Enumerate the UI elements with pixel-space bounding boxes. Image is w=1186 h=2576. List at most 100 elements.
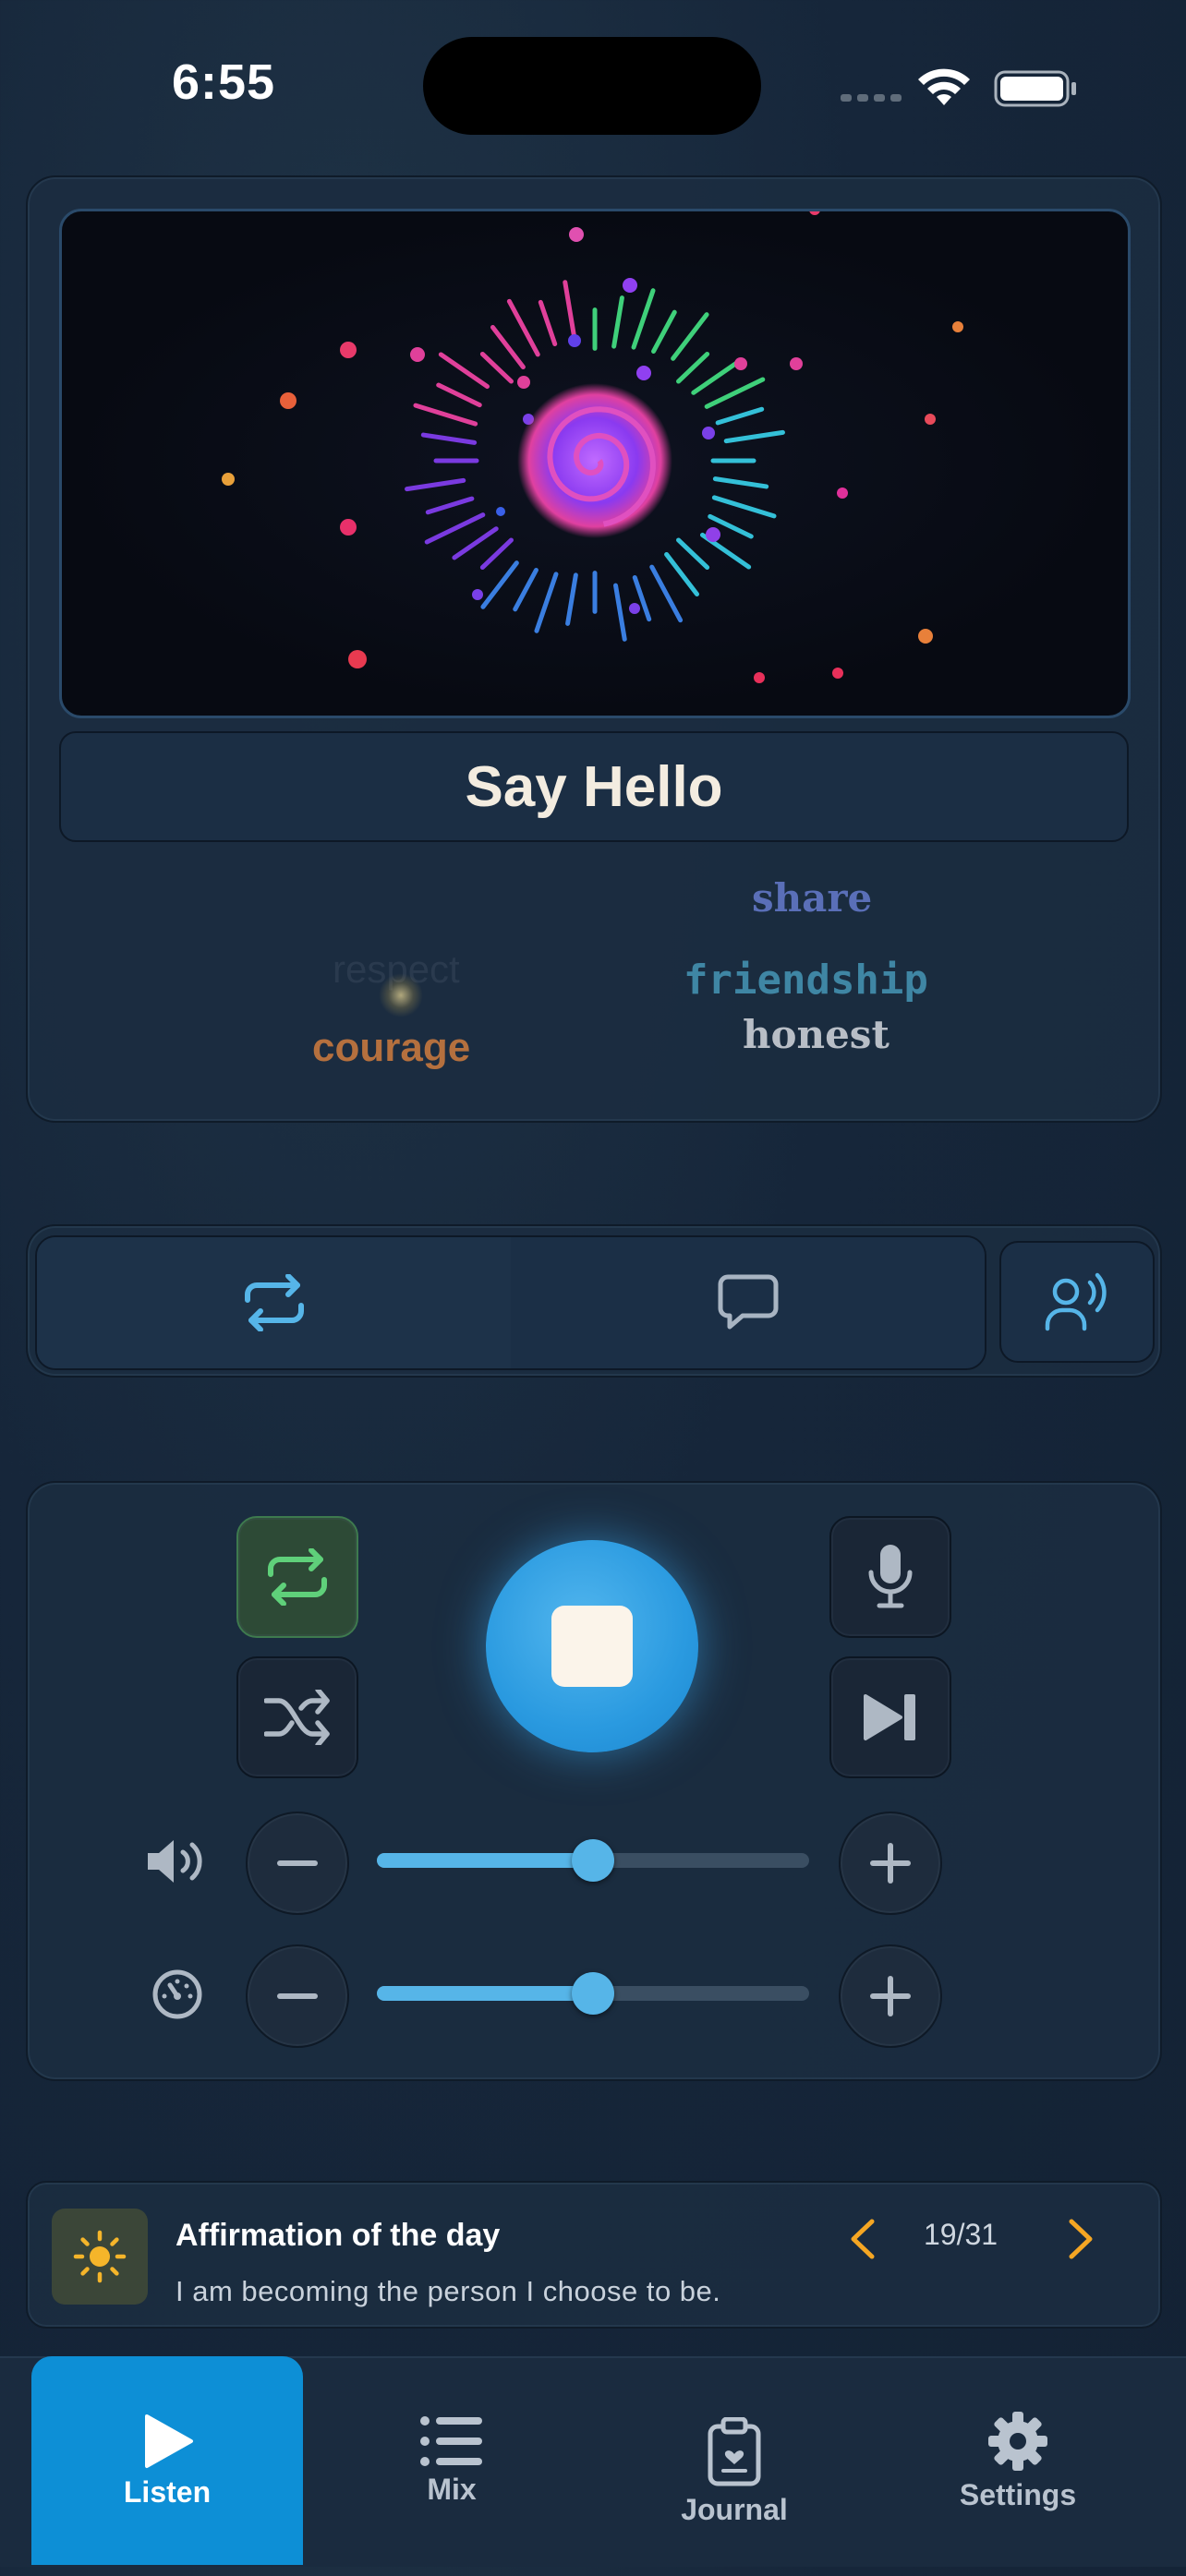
speed-decrease-button[interactable] [246,1944,349,2048]
visualizer-bar [691,361,738,395]
visualizer-bar [506,298,540,357]
visualizer-dot [517,376,530,389]
visualizer-dot [280,392,296,409]
visualizer-bar [413,403,478,427]
visualizer-bar [479,537,514,571]
sparkle-icon [379,973,423,1017]
visualizer-bar [563,280,576,339]
tab-chat-mode[interactable] [511,1237,985,1368]
tab-settings[interactable]: Settings [924,2356,1112,2565]
visualizer-bar [651,309,677,354]
shuffle-icon [264,1690,330,1745]
visualizer-bar [671,312,709,361]
stop-button[interactable] [486,1540,698,1752]
volume-slider-fill [377,1853,593,1868]
visualizer-bar [436,382,482,408]
speed-slider[interactable] [377,1972,809,2015]
visualizer-dot [569,227,584,242]
tab-label: Journal [681,2492,788,2526]
tab-label: Mix [427,2472,477,2506]
visualizer-dot [925,414,936,425]
speed-slider-fill [377,1986,593,2001]
visualizer-bar [424,512,486,545]
visualizer-dot [754,672,765,683]
speedometer-icon [151,1968,203,2025]
visualizer-dot [623,278,637,293]
visualizer-dot [952,321,963,332]
visualizer-dot [837,488,848,499]
gear-icon [988,2411,1047,2471]
mode-segmented-control [35,1235,986,1370]
visualizer-bar [649,564,684,623]
word-honest: honest [743,1012,890,1057]
dynamic-island [423,37,761,135]
visualizer-bar [676,351,710,384]
visualizer-bar [513,568,539,612]
status-time: 6:55 [172,54,276,110]
visualizer-dot [348,650,367,668]
visualizer-bar [405,477,466,492]
tab-mix[interactable]: Mix [351,2356,552,2565]
repeat-icon [244,1274,304,1331]
minus-icon [277,1860,318,1866]
next-affirmation-button[interactable] [1062,2218,1099,2265]
voice-mode-button[interactable] [999,1241,1155,1363]
visualizer-dot [410,347,425,362]
visualizer-bar [534,572,559,633]
visualizer-dot [809,211,820,215]
visualizer-bar [452,526,499,560]
skip-next-button[interactable] [829,1656,951,1778]
track-title: Say Hello [59,731,1129,842]
repeat-toggle-button[interactable] [236,1516,358,1638]
visualizer-bar [664,551,700,596]
tab-label: Listen [123,2474,212,2509]
plus-icon [870,1843,911,1884]
tab-journal[interactable]: Journal [637,2356,831,2576]
clipboard-heart-icon [708,2416,761,2486]
chevron-right-icon [1069,2219,1093,2259]
shuffle-button[interactable] [236,1656,358,1778]
tab-label: Settings [959,2477,1077,2511]
audio-visualizer [59,209,1131,718]
sun-icon [52,2209,148,2305]
volume-icon [146,1837,207,1890]
volume-decrease-button[interactable] [246,1812,349,1915]
volume-increase-button[interactable] [839,1812,942,1915]
wifi-icon [918,68,970,105]
speed-slider-thumb[interactable] [572,1972,614,2015]
speaking-person-icon [1045,1272,1107,1331]
visualizer-core [517,383,672,538]
stop-icon [551,1606,633,1687]
visualizer-dot [472,589,483,600]
minus-icon [277,1993,318,1999]
visualizer-dot [222,473,235,486]
visualizer-bar [676,537,710,571]
repeat-icon [268,1548,327,1606]
visualizer-bar [611,295,624,349]
visualizer-bar [425,496,475,515]
word-friendship: friendship [684,957,928,1004]
visualizer-bar [565,572,578,626]
status-indicators [841,65,1081,111]
microphone-icon [868,1545,913,1608]
affirmation-text: I am becoming the person I choose to be. [175,2275,721,2307]
visualizer-dot [568,334,581,347]
visualizer-bar [420,432,478,445]
visualizer-dot [702,427,715,439]
visualizer-dot [790,357,803,370]
visualizer-dot [629,603,640,614]
tab-repeat-mode[interactable] [37,1237,511,1368]
speed-increase-button[interactable] [839,1944,942,2048]
skip-next-icon [864,1694,915,1740]
microphone-button[interactable] [829,1516,951,1638]
word-cloud: share respect friendship courage honest [59,859,1125,1099]
list-icon [420,2415,482,2466]
visualizer-dot [636,366,651,380]
volume-slider-thumb[interactable] [572,1839,614,1882]
plus-icon [870,1976,911,2016]
word-share: share [752,875,873,921]
visualizer-bar [723,429,785,444]
volume-slider[interactable] [377,1839,809,1882]
tab-listen[interactable]: Listen [31,2356,303,2565]
previous-affirmation-button[interactable] [844,2218,881,2265]
